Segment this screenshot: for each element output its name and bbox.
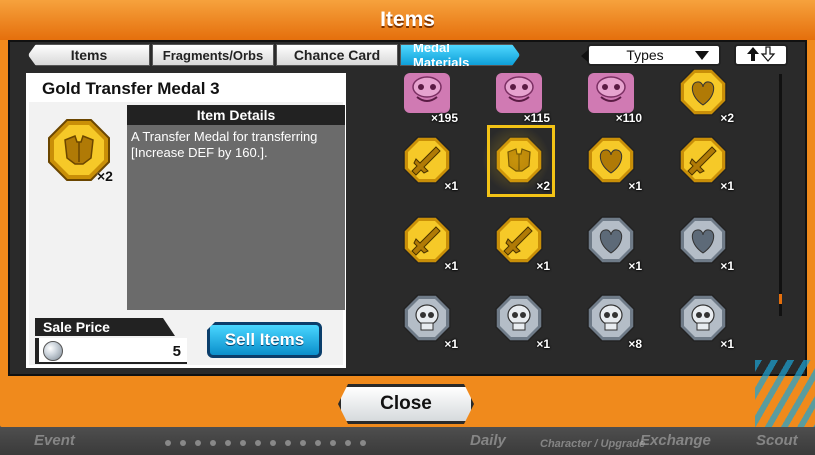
scrollbar-thumb[interactable] bbox=[779, 294, 782, 304]
grid-item-3[interactable]: ×110 bbox=[576, 69, 646, 127]
types-dropdown-label: Types bbox=[626, 47, 664, 63]
grid-item-16[interactable]: ×1 bbox=[668, 283, 738, 353]
tab-fragments-orbs[interactable]: Fragments/Orbs bbox=[152, 44, 274, 66]
grid-item-count: ×1 bbox=[444, 179, 458, 193]
item-count: ×2 bbox=[97, 168, 113, 184]
pink-character-icon bbox=[496, 73, 542, 113]
pink-character-icon bbox=[404, 73, 450, 113]
grid-item-count: ×1 bbox=[444, 337, 458, 351]
item-description: A Transfer Medal for transferring [Incre… bbox=[131, 129, 318, 160]
grid-item-count: ×1 bbox=[444, 259, 458, 273]
grid-item-count: ×1 bbox=[536, 259, 550, 273]
tab-medal-materials[interactable]: Medal Materials bbox=[400, 44, 520, 66]
gold-defense-medal-icon bbox=[495, 136, 543, 184]
grid-item-7[interactable]: ×1 bbox=[576, 125, 646, 195]
grid-item-count: ×8 bbox=[628, 337, 642, 351]
gold-sword-medal-icon bbox=[403, 216, 451, 264]
silver-skull-medal-icon bbox=[403, 294, 451, 342]
grid-item-13[interactable]: ×1 bbox=[392, 283, 462, 353]
gold-sword-medal-icon bbox=[403, 136, 451, 184]
grid-item-count: ×2 bbox=[720, 111, 734, 125]
nav-character-upgrade[interactable]: Character / Upgrade bbox=[540, 438, 645, 450]
grid-item-count: ×195 bbox=[430, 111, 458, 125]
silver-heart-medal-icon bbox=[587, 216, 635, 264]
medal-grid: ×195 ×115 ×110 ×2 ×1 ×2 ×1 ×1 ×1 ×1 ×1 ×1 ×1 ×1 ×8 ×1 bbox=[356, 69, 778, 368]
grid-item-count: ×2 bbox=[536, 179, 550, 193]
gold-heart-medal-icon bbox=[679, 69, 727, 116]
grid-item-5[interactable]: ×1 bbox=[392, 125, 462, 195]
nav-daily[interactable]: Daily bbox=[470, 432, 506, 449]
nav-exchange[interactable]: Exchange bbox=[640, 432, 711, 449]
scrollbar[interactable] bbox=[779, 74, 782, 316]
silver-coin-icon bbox=[43, 341, 63, 361]
grid-item-14[interactable]: ×1 bbox=[484, 283, 554, 353]
grid-item-count: ×1 bbox=[628, 179, 642, 193]
chevron-down-icon bbox=[695, 50, 709, 60]
grid-item-10[interactable]: ×1 bbox=[484, 205, 554, 275]
sell-items-button[interactable]: Sell Items bbox=[207, 322, 322, 358]
grid-item-count: ×115 bbox=[523, 111, 550, 125]
modal-title: Items bbox=[380, 8, 435, 31]
silver-skull-medal-icon bbox=[587, 294, 635, 342]
pager-dots bbox=[165, 440, 366, 446]
grid-item-4[interactable]: ×2 bbox=[668, 69, 738, 127]
item-details-header: Item Details bbox=[127, 105, 345, 125]
gold-sword-medal-icon bbox=[495, 216, 543, 264]
sort-button[interactable] bbox=[734, 44, 788, 66]
grid-item-15[interactable]: ×8 bbox=[576, 283, 646, 353]
grid-item-count: ×1 bbox=[536, 337, 550, 351]
sale-price-value: 5 bbox=[172, 343, 181, 360]
close-button[interactable]: Close bbox=[338, 384, 474, 424]
item-detail-panel: Gold Transfer Medal 3 ×2 Item Details A … bbox=[26, 73, 346, 368]
pink-character-icon bbox=[588, 73, 634, 113]
grid-item-6[interactable]: ×2 bbox=[476, 119, 556, 199]
gold-sword-medal-icon bbox=[679, 136, 727, 184]
grid-item-12[interactable]: ×1 bbox=[668, 205, 738, 275]
grid-item-count: ×1 bbox=[720, 337, 734, 351]
decorative-stripe bbox=[755, 360, 815, 427]
grid-item-1[interactable]: ×195 bbox=[392, 69, 462, 127]
grid-item-count: ×110 bbox=[615, 111, 642, 125]
grid-item-2[interactable]: ×115 bbox=[484, 69, 554, 127]
grid-item-9[interactable]: ×1 bbox=[392, 205, 462, 275]
item-name: Gold Transfer Medal 3 bbox=[42, 79, 220, 98]
types-dropdown[interactable]: Types bbox=[581, 44, 721, 66]
tab-bar: Items Fragments/Orbs Chance Card Medal M… bbox=[28, 44, 522, 66]
silver-skull-medal-icon bbox=[495, 294, 543, 342]
silver-skull-medal-icon bbox=[679, 294, 727, 342]
nav-scout[interactable]: Scout bbox=[756, 432, 798, 449]
grid-item-count: ×1 bbox=[720, 179, 734, 193]
grid-item-count: ×1 bbox=[720, 259, 734, 273]
up-down-arrows-icon bbox=[746, 45, 776, 65]
nav-event[interactable]: Event bbox=[34, 432, 75, 449]
grid-item-11[interactable]: ×1 bbox=[576, 205, 646, 275]
sale-price-label: Sale Price bbox=[35, 318, 175, 336]
grid-item-count: ×1 bbox=[628, 259, 642, 273]
gold-heart-medal-icon bbox=[587, 136, 635, 184]
silver-heart-medal-icon bbox=[679, 216, 727, 264]
grid-item-8[interactable]: ×1 bbox=[668, 125, 738, 195]
tab-items[interactable]: Items bbox=[28, 44, 150, 66]
tab-chance-card[interactable]: Chance Card bbox=[276, 44, 398, 66]
